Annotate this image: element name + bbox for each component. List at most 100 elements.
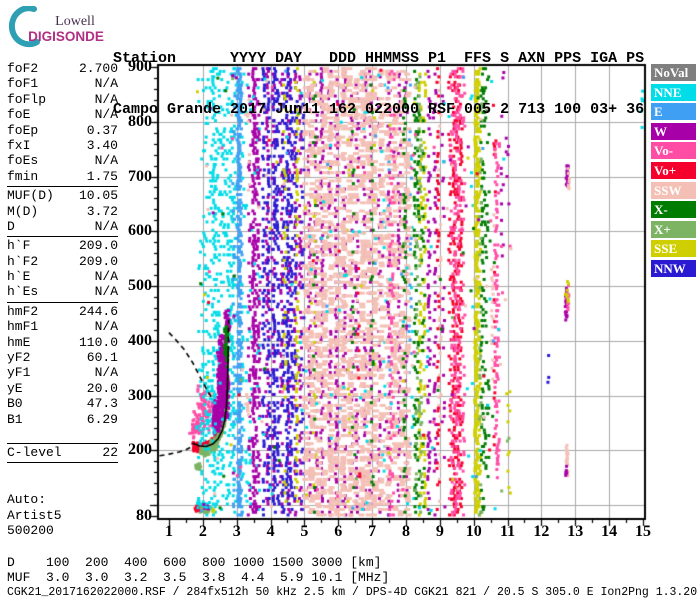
parameter-label: foEs [7, 153, 38, 168]
parameter-label: h`Es [7, 284, 38, 299]
parameter-group: C-level22 [7, 443, 118, 463]
parameter-label: foEp [7, 123, 38, 138]
parameter-label: fmin [7, 169, 38, 184]
parameter-row: foEN/A [7, 107, 118, 122]
parameter-row: h`F2 209.0 [7, 254, 118, 269]
parameter-value: 3.72 [87, 204, 118, 219]
parameter-panel: foF22.700foF1N/AfoFlpN/AfoEN/AfoEp0.37fx… [7, 60, 118, 463]
parameter-row: foF1 N/A [7, 76, 118, 91]
parameter-value: N/A [95, 365, 118, 380]
parameter-value: 3.40 [87, 138, 118, 153]
y-axis-tick-label: 800 [108, 113, 152, 131]
legend-item-x: X- [651, 201, 696, 218]
parameter-row: hmF1N/A [7, 319, 118, 334]
x-axis-tick-label: 15 [626, 523, 660, 541]
ionogram-viewer: { "logo":{"line1":"Lowell","line2":"DIGI… [0, 0, 700, 600]
parameter-row: MUF(D) 10.05 [7, 188, 118, 203]
legend-item-sse: SSE [651, 240, 696, 257]
parameter-value: 60.1 [87, 350, 118, 365]
x-axis-tick-label: 1 [152, 523, 186, 541]
y-axis-tick-label: 400 [108, 332, 152, 350]
echo-color-legend: NoValNNEEWVo-Vo+SSWX-X+SSENNW [651, 64, 696, 280]
x-axis-tick-label: 5 [287, 523, 321, 541]
parameter-label: B0 [7, 396, 23, 411]
parameter-value: 6.29 [87, 412, 118, 427]
y-axis-tick-label: 80 [108, 507, 152, 525]
parameter-row: yE20.0 [7, 381, 118, 396]
x-axis-tick-label: 7 [355, 523, 389, 541]
parameter-label: yF1 [7, 365, 30, 380]
parameter-label: h`E [7, 269, 30, 284]
x-axis-tick-label: 2 [186, 523, 220, 541]
legend-item-noval: NoVal [651, 64, 696, 81]
x-axis-tick-label: 11 [491, 523, 525, 541]
parameter-label: foF2 [7, 61, 38, 76]
autoscaling-info-block: Auto:Artist5500200 [7, 492, 62, 539]
parameter-row: h`EN/A [7, 269, 118, 284]
d-muf-table: D 100 200 400 600 800 1000 1500 3000 [km… [7, 556, 389, 585]
y-axis-tick-label: 300 [108, 387, 152, 405]
dmuf-row-d: D 100 200 400 600 800 1000 1500 3000 [km… [7, 556, 389, 571]
parameter-label: h`F [7, 238, 30, 253]
legend-item-ssw: SSW [651, 182, 696, 199]
parameter-group: foF22.700foF1N/AfoFlpN/AfoEN/AfoEp0.37fx… [7, 60, 118, 186]
parameter-row: h`F 209.0 [7, 238, 118, 253]
x-axis-tick-label: 6 [321, 523, 355, 541]
parameter-value: N/A [95, 76, 118, 91]
header-values-row: Campo Grande 2017 Jun11 162 022000 RSF 0… [113, 101, 644, 118]
auto-info-line: Artist5 [7, 508, 62, 524]
parameter-label: yE [7, 381, 23, 396]
parameter-value: N/A [95, 92, 118, 107]
y-axis-tick-label: 500 [108, 277, 152, 295]
parameter-label: foFlp [7, 92, 46, 107]
parameter-label: D [7, 219, 15, 234]
parameter-label: MUF(D) [7, 188, 54, 203]
x-axis-tick-label: 4 [254, 523, 288, 541]
auto-info-line: 500200 [7, 523, 62, 539]
legend-item-x: X+ [651, 221, 696, 238]
parameter-label: yF2 [7, 350, 30, 365]
parameter-value: N/A [95, 153, 118, 168]
parameter-row: h`EsN/A [7, 284, 118, 299]
parameter-row: fxI 3.40 [7, 138, 118, 153]
parameter-row: foFlp N/A [7, 92, 118, 107]
parameter-value: 209.0 [79, 238, 118, 253]
x-axis-tick-label: 10 [457, 523, 491, 541]
parameter-row: hmF2244.6 [7, 304, 118, 319]
station-header: Station YYYY DAY DDD HHMMSS P1 FFS S AXN… [113, 16, 644, 135]
parameter-row: B16.29 [7, 412, 118, 427]
parameter-row: hmE110.0 [7, 335, 118, 350]
parameter-label: foF1 [7, 76, 38, 91]
legend-item-e: E [651, 103, 696, 120]
parameter-label: fxI [7, 138, 30, 153]
legend-item-w: W [651, 123, 696, 140]
y-axis-tick-label: 200 [108, 441, 152, 459]
legend-item-vo: Vo- [651, 142, 696, 159]
parameter-row: M(D)3.72 [7, 204, 118, 219]
file-info-footer: CGK21_2017162022000.RSF / 284fx512h 50 k… [7, 586, 697, 599]
legend-item-nne: NNE [651, 84, 696, 101]
y-axis-tick-label: 900 [108, 58, 152, 76]
parameter-value: 10.05 [79, 188, 118, 203]
parameter-row: C-level22 [7, 445, 118, 460]
logo-text-digisonde: DIGISONDE [18, 29, 114, 44]
legend-item-vo: Vo+ [651, 162, 696, 179]
parameter-label: h`F2 [7, 254, 38, 269]
parameter-label: hmE [7, 335, 30, 350]
parameter-label: hmF1 [7, 319, 38, 334]
parameter-value: 244.6 [79, 304, 118, 319]
parameter-row: fmin1.75 [7, 169, 118, 184]
y-axis-tick-label: 700 [108, 168, 152, 186]
logo-text-lowell: Lowell [40, 14, 110, 30]
parameter-row: yF2 60.1 [7, 350, 118, 365]
parameter-row: DN/A [7, 219, 118, 234]
parameter-group: MUF(D) 10.05M(D)3.72DN/A [7, 186, 118, 236]
x-axis-tick-label: 14 [592, 523, 626, 541]
parameter-row: foF22.700 [7, 61, 118, 76]
lowell-digisonde-logo: Lowell DIGISONDE [4, 6, 114, 50]
y-axis-tick-label: 600 [108, 222, 152, 240]
parameter-row: B047.3 [7, 396, 118, 411]
parameter-value: 209.0 [79, 254, 118, 269]
dmuf-row-muf: MUF 3.0 3.0 3.2 3.5 3.8 4.4 5.9 10.1 [MH… [7, 571, 389, 586]
parameter-group: h`F209.0h`F2209.0h`EN/Ah`EsN/A [7, 236, 118, 302]
